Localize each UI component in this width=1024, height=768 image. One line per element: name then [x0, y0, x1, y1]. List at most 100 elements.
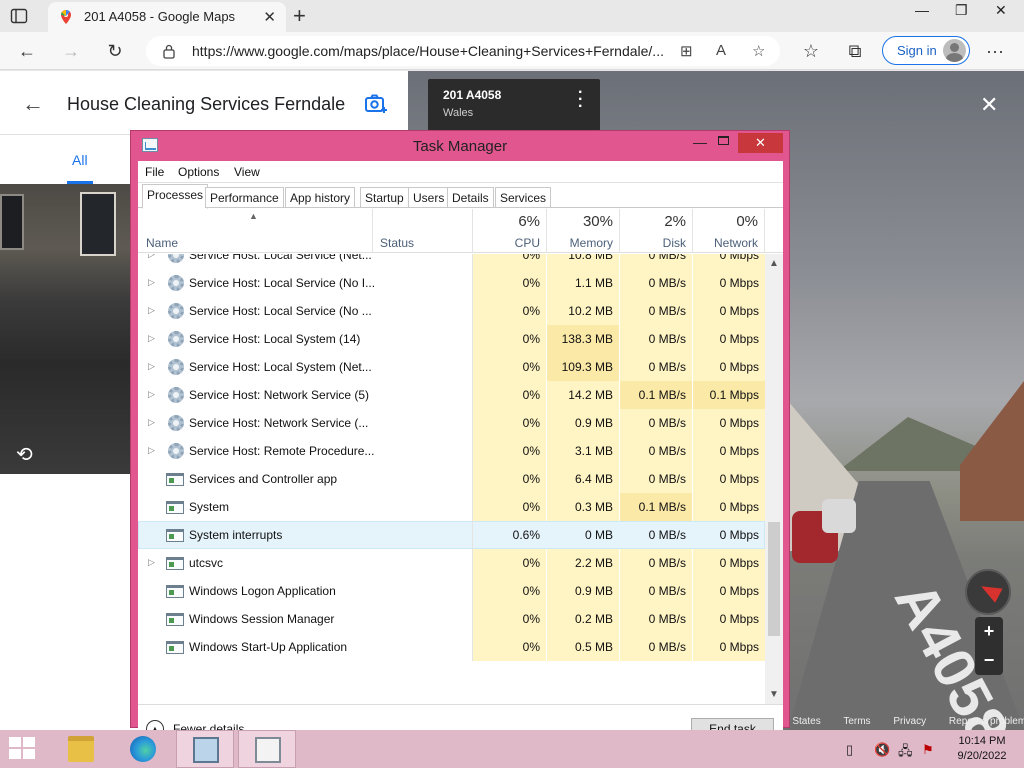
menu-options[interactable]: Options: [178, 165, 219, 179]
process-row[interactable]: ▷ Service Host: Local Service (Net... 0%…: [138, 254, 765, 269]
column-disk[interactable]: 2% Disk: [620, 209, 693, 253]
tab-processes[interactable]: Processes: [142, 184, 209, 209]
tab-actions-icon[interactable]: [10, 7, 28, 25]
back-button[interactable]: ←: [16, 40, 38, 62]
expand-icon[interactable]: ▷: [148, 361, 156, 371]
street-view-info-card[interactable]: 201 A4058 Wales · · ·: [428, 79, 600, 131]
lock-icon[interactable]: [162, 44, 176, 59]
settings-more-button[interactable]: ···: [984, 40, 1006, 62]
control-panel-icon: [193, 737, 219, 763]
process-row[interactable]: ▷ utcsvc 0% 2.2 MB 0 MB/s 0 Mbps: [138, 549, 765, 577]
expand-icon[interactable]: ▷: [148, 254, 156, 259]
column-network-label: Network: [713, 236, 758, 250]
tab-performance[interactable]: Performance: [205, 187, 284, 208]
zoom-out-button[interactable]: −: [975, 646, 1003, 675]
process-list-scrollbar[interactable]: ▲ ▼: [765, 254, 783, 704]
tab-all[interactable]: All: [72, 152, 88, 168]
restore-window-button[interactable]: ❐: [955, 2, 968, 19]
column-cpu[interactable]: 6% CPU: [473, 209, 547, 253]
process-row[interactable]: ▷ Service Host: Local Service (No ... 0%…: [138, 297, 765, 325]
minimize-window-button[interactable]: —: [915, 2, 929, 18]
close-window-button[interactable]: ✕: [995, 2, 1007, 19]
compass-icon[interactable]: [965, 569, 1011, 615]
menu-view[interactable]: View: [234, 165, 260, 179]
process-row[interactable]: ▷ Service Host: Local System (Net... 0% …: [138, 353, 765, 381]
more-options-icon[interactable]: · · ·: [578, 85, 583, 115]
application-window-icon: [166, 585, 184, 598]
process-row-selected[interactable]: System interrupts 0.6% 0 MB 0 MB/s 0 Mbp…: [138, 521, 765, 549]
rotate-360-icon[interactable]: ⟲: [16, 442, 33, 467]
taskbar-clock[interactable]: 10:14 PM 9/20/2022: [948, 734, 1016, 764]
add-photo-icon[interactable]: [364, 93, 388, 115]
tm-minimize-button[interactable]: —: [693, 134, 707, 150]
service-gear-icon: [168, 387, 184, 403]
scroll-down-icon[interactable]: ▼: [769, 689, 779, 700]
column-name[interactable]: ▲ Name: [138, 209, 373, 253]
footer-report-link[interactable]: Report a problem: [949, 716, 1024, 727]
maps-back-button[interactable]: ←: [22, 91, 44, 117]
favorites-icon[interactable]: ☆: [800, 40, 822, 62]
disk-value: 0 MB/s: [648, 640, 686, 654]
close-tab-icon[interactable]: ✕: [263, 8, 276, 26]
tm-close-button[interactable]: ✕: [738, 133, 783, 153]
application-window-icon: [166, 473, 184, 486]
tab-details[interactable]: Details: [447, 187, 494, 208]
start-button[interactable]: [9, 737, 37, 761]
expand-icon[interactable]: ▷: [148, 417, 156, 427]
taskbar-file-explorer[interactable]: [52, 730, 110, 768]
scrollbar-thumb[interactable]: [768, 522, 780, 636]
read-aloud-icon[interactable]: A: [716, 42, 726, 59]
url-text[interactable]: https://www.google.com/maps/place/House+…: [192, 43, 672, 59]
taskbar-task-manager[interactable]: [238, 730, 296, 768]
footer-privacy-link[interactable]: Privacy: [893, 716, 926, 727]
tab-services[interactable]: Services: [495, 187, 552, 208]
tab-startup[interactable]: Startup: [360, 187, 409, 208]
footer-terms-link[interactable]: Terms: [843, 716, 870, 727]
menu-file[interactable]: File: [145, 165, 164, 179]
process-row[interactable]: Windows Logon Application 0% 0.9 MB 0 MB…: [138, 577, 765, 605]
process-row[interactable]: Windows Start-Up Application 0% 0.5 MB 0…: [138, 633, 765, 661]
expand-icon[interactable]: ▷: [148, 333, 156, 343]
expand-icon[interactable]: ▷: [148, 389, 156, 399]
tab-users[interactable]: Users: [408, 187, 450, 208]
refresh-button[interactable]: ↻: [104, 40, 126, 62]
volume-muted-icon[interactable]: 🔇: [874, 742, 890, 758]
network-icon[interactable]: 🖧: [898, 742, 913, 764]
expand-icon[interactable]: ▷: [148, 557, 156, 567]
browser-tab-active[interactable]: 201 A4058 - Google Maps ✕: [48, 2, 286, 32]
add-favorite-icon[interactable]: ☆: [752, 42, 765, 60]
column-status[interactable]: Status: [373, 209, 473, 253]
place-photo[interactable]: ⟲: [0, 184, 130, 474]
column-network[interactable]: 0% Network: [693, 209, 765, 253]
column-memory[interactable]: 30% Memory: [547, 209, 620, 253]
app-available-icon[interactable]: ⊞: [680, 42, 693, 60]
sign-in-button[interactable]: Sign in: [882, 36, 970, 65]
street-view-close-icon[interactable]: ✕: [980, 92, 998, 118]
process-row[interactable]: Services and Controller app 0% 6.4 MB 0 …: [138, 465, 765, 493]
process-row[interactable]: ▷ Service Host: Local System (14) 0% 138…: [138, 325, 765, 353]
task-manager-titlebar[interactable]: Task Manager — ✕: [131, 131, 789, 161]
collections-icon[interactable]: ⧉: [844, 40, 866, 62]
taskbar-edge[interactable]: [114, 730, 172, 768]
zoom-in-button[interactable]: +: [975, 617, 1003, 646]
process-row[interactable]: ▷ Service Host: Network Service (5) 0% 1…: [138, 381, 765, 409]
scroll-up-icon[interactable]: ▲: [769, 258, 779, 269]
show-desktop-icon[interactable]: ▯: [846, 742, 853, 758]
action-center-icon[interactable]: ⚑: [922, 742, 934, 758]
process-row[interactable]: ▷ Service Host: Remote Procedure... 0% 3…: [138, 437, 765, 465]
taskbar-control-panel[interactable]: [176, 730, 234, 768]
process-row[interactable]: ▷ Service Host: Network Service (... 0% …: [138, 409, 765, 437]
cpu-cell: 0.6%: [473, 521, 546, 549]
process-row[interactable]: ▷ Service Host: Local Service (No I... 0…: [138, 269, 765, 297]
expand-icon[interactable]: ▷: [148, 305, 156, 315]
expand-icon[interactable]: ▷: [148, 445, 156, 455]
cpu-value: 0%: [522, 254, 540, 262]
address-bar[interactable]: https://www.google.com/maps/place/House+…: [146, 36, 780, 66]
tm-maximize-button[interactable]: [718, 136, 729, 145]
forward-button[interactable]: →: [60, 40, 82, 62]
expand-icon[interactable]: ▷: [148, 277, 156, 287]
tab-app-history[interactable]: App history: [285, 187, 356, 208]
process-row[interactable]: Windows Session Manager 0% 0.2 MB 0 MB/s…: [138, 605, 765, 633]
new-tab-button[interactable]: +: [293, 3, 306, 29]
process-row[interactable]: System 0% 0.3 MB 0.1 MB/s 0 Mbps: [138, 493, 765, 521]
